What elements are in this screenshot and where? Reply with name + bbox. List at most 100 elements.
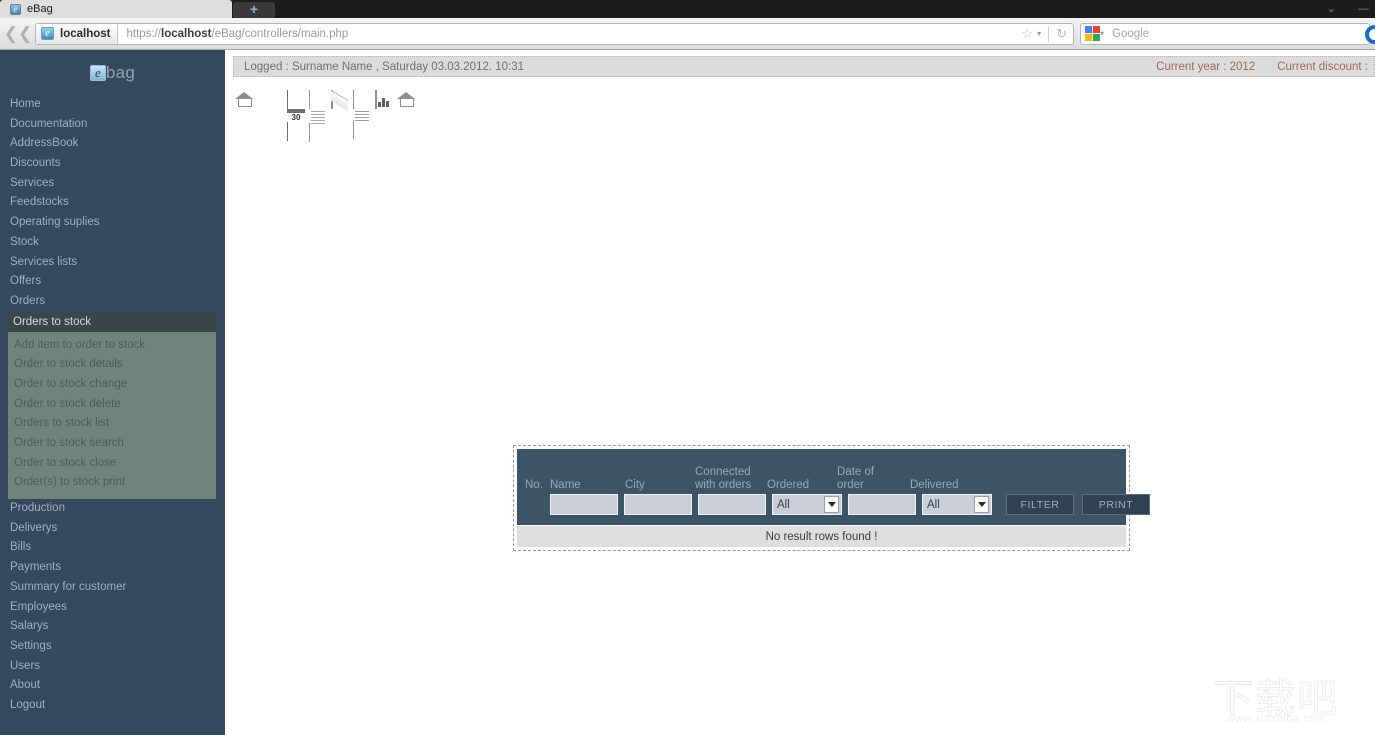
submenu-item-order-to-stock-details[interactable]: Order to stock details <box>8 355 216 375</box>
sidebar-item-about[interactable]: About <box>0 676 225 696</box>
sidebar-item-operating-suplies[interactable]: Operating suplies <box>0 213 225 233</box>
sidebar-item-users[interactable]: Users <box>0 657 225 677</box>
ordered-filter-value: All <box>777 498 790 511</box>
print-button[interactable]: PRINT <box>1082 494 1150 515</box>
tab-title: eBag <box>27 3 53 15</box>
minimize-window-button[interactable]: ⌄ <box>1327 3 1336 15</box>
application-window: e bag Home Documentation AddressBook Dis… <box>0 50 1375 735</box>
content-area: Logged : Surname Name , Saturday 03.03.2… <box>225 50 1375 735</box>
home-icon[interactable] <box>235 91 253 109</box>
ordered-filter-select[interactable]: All <box>772 494 842 515</box>
column-header-no: No. <box>525 479 543 491</box>
name-filter-input[interactable] <box>550 494 618 515</box>
sidebar-item-offers[interactable]: Offers <box>0 272 225 292</box>
site-identity-button[interactable]: e localhost <box>36 23 119 44</box>
google-logo-icon <box>1085 26 1100 41</box>
no-results-message: No result rows found ! <box>517 525 1126 547</box>
column-header-date-of-order: Date of order <box>837 466 875 491</box>
sidebar-item-addressbook[interactable]: AddressBook <box>0 134 225 154</box>
chart-icon[interactable] <box>375 90 393 109</box>
chevron-down-icon[interactable] <box>974 496 989 513</box>
sidebar-item-payments[interactable]: Payments <box>0 558 225 578</box>
delivered-filter-value: All <box>927 498 940 511</box>
sidebar-item-feedstocks[interactable]: Feedstocks <box>0 193 225 213</box>
submenu-item-orders-to-stock-list[interactable]: Orders to stock list <box>8 414 216 434</box>
watermark: 下载吧 www.xiazaiba.com <box>1185 679 1367 733</box>
sidebar-item-bills[interactable]: Bills <box>0 538 225 558</box>
column-header-name: Name <box>550 479 581 491</box>
divider <box>1048 25 1050 42</box>
chevron-down-icon[interactable] <box>824 496 839 513</box>
sidebar-item-employees[interactable]: Employees <box>0 598 225 618</box>
url-bar[interactable]: e localhost https://localhost/eBag/contr… <box>35 22 1074 45</box>
submenu-item-add-item-to-order-to-stock[interactable]: Add item to order to stock <box>8 336 216 356</box>
column-header-ordered: Ordered <box>767 479 810 491</box>
sidebar-item-services[interactable]: Services <box>0 174 225 194</box>
window-controls: ⌄ — <box>1327 0 1369 18</box>
chevron-down-icon[interactable]: ▾ <box>1037 29 1041 38</box>
document-list-icon[interactable] <box>353 90 371 139</box>
filter-button[interactable]: FILTER <box>1006 494 1074 515</box>
submenu-item-order-to-stock-change[interactable]: Order to stock change <box>8 375 216 395</box>
close-window-button[interactable]: — <box>1358 3 1369 15</box>
browser-chrome: e eBag + ⌄ — ❮❮ e localhost https://loca… <box>0 0 1375 50</box>
watermark-logo-text: 下载吧 <box>1213 676 1339 722</box>
calendar-icon[interactable]: 30 <box>287 90 305 141</box>
toolbar: 30 <box>225 87 1375 142</box>
delivered-filter-select[interactable]: All <box>922 494 992 515</box>
filter-inputs-row: All All FILTER PRINT <box>525 494 1150 515</box>
filter-panel-frame: No. Name City Connected with orders Orde… <box>513 445 1150 551</box>
logo-text: bag <box>105 62 136 82</box>
calendar-day-label: 30 <box>291 113 301 122</box>
column-header-city: City <box>625 479 645 491</box>
logo-mark-icon: e <box>89 64 106 81</box>
column-header-delivered: Delivered <box>910 479 959 491</box>
submenu-item-order-to-stock-search[interactable]: Order to stock search <box>8 434 216 454</box>
sidebar-item-documentation[interactable]: Documentation <box>0 115 225 135</box>
sidebar-item-logout[interactable]: Logout <box>0 696 225 716</box>
sidebar-item-services-lists[interactable]: Services lists <box>0 253 225 273</box>
sidebar-item-settings[interactable]: Settings <box>0 637 225 657</box>
back-arrow-icon[interactable]: ❮❮ <box>4 21 33 47</box>
sidebar-item-orders[interactable]: Orders <box>0 292 225 312</box>
sidebar-item-salarys[interactable]: Salarys <box>0 617 225 637</box>
orders-filter-panel: No. Name City Connected with orders Orde… <box>513 445 1150 551</box>
url-input[interactable]: https://localhost/eBag/controllers/main.… <box>118 28 1021 40</box>
star-icon[interactable]: ☆ <box>1021 26 1033 42</box>
city-filter-input[interactable] <box>624 494 692 515</box>
sidebar-item-discounts[interactable]: Discounts <box>0 154 225 174</box>
sidebar-submenu-orders-to-stock: Add item to order to stock Order to stoc… <box>8 331 216 500</box>
sidebar-item-stock[interactable]: Stock <box>0 233 225 253</box>
watermark-url-text: www.xiazaiba.com <box>1226 713 1326 725</box>
sidebar-item-orders-to-stock[interactable]: Orders to stock <box>8 311 216 332</box>
date-of-order-filter-input[interactable] <box>848 494 916 515</box>
new-tab-button[interactable]: + <box>233 2 275 18</box>
column-header-connected-with-orders: Connected with orders <box>695 466 752 491</box>
sidebar-item-summary-for-customer[interactable]: Summary for customer <box>0 578 225 598</box>
reload-icon[interactable]: ↻ <box>1056 26 1067 42</box>
site-favicon-icon: e <box>41 27 54 40</box>
current-discount-text: Current discount : <box>1277 60 1368 73</box>
search-bar[interactable]: ▾ Google <box>1080 22 1370 45</box>
spreadsheet-icon[interactable] <box>309 90 327 142</box>
submenu-item-order-to-stock-close[interactable]: Order to stock close <box>8 454 216 474</box>
home-back-icon[interactable] <box>397 91 415 109</box>
submenu-item-order-to-stock-delete[interactable]: Order to stock delete <box>8 395 216 415</box>
app-logo: e bag <box>0 50 225 95</box>
mail-icon[interactable] <box>331 90 349 109</box>
browser-tab-ebag[interactable]: e eBag <box>0 0 232 18</box>
url-bar-actions: ☆ ▾ ↻ <box>1021 25 1073 42</box>
navigation-bar: ❮❮ e localhost https://localhost/eBag/co… <box>0 18 1375 50</box>
connected-with-orders-filter-input[interactable] <box>698 494 766 515</box>
logged-user-text: Logged : Surname Name , Saturday 03.03.2… <box>244 60 525 73</box>
status-bar-meta: Current year : 2012 Current discount : <box>1156 61 1368 73</box>
submenu-item-orders-to-stock-print[interactable]: Order(s) to stock print <box>8 473 216 493</box>
sidebar: e bag Home Documentation AddressBook Dis… <box>0 50 225 735</box>
sidebar-item-deliverys[interactable]: Deliverys <box>0 519 225 539</box>
filter-header: No. Name City Connected with orders Orde… <box>517 449 1150 525</box>
sidebar-item-home[interactable]: Home <box>0 95 225 115</box>
filter-column-labels: No. Name City Connected with orders Orde… <box>525 457 1118 492</box>
search-input[interactable]: Google <box>1104 28 1149 40</box>
status-bar: Logged : Surname Name , Saturday 03.03.2… <box>233 56 1375 77</box>
sidebar-item-production[interactable]: Production <box>0 499 225 519</box>
